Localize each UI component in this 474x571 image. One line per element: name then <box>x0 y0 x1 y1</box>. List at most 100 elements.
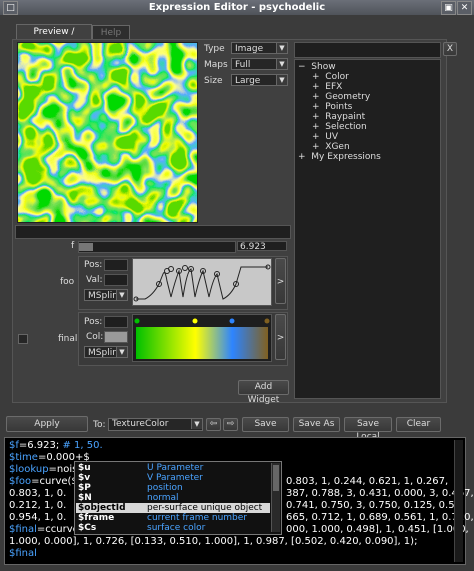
chevron-down-icon: ▼ <box>276 75 287 85</box>
foo-curve-point <box>168 266 174 272</box>
type-value: Image <box>235 44 264 54</box>
foo-pos-label: Pos: <box>84 260 103 270</box>
add-widget-button[interactable]: Add Widget <box>238 380 289 405</box>
tree-item-color[interactable]: + Color <box>312 72 349 82</box>
code-line: 0.954, 1, 0. <box>9 512 67 523</box>
tree-item-raypaint[interactable]: + Raypaint <box>312 112 365 122</box>
tab-preview-library[interactable]: Preview / Library <box>16 24 92 52</box>
close-icon[interactable]: ✕ <box>457 1 472 15</box>
window-menu-icon[interactable]: □ <box>3 1 18 15</box>
final-checkbox[interactable] <box>18 334 28 344</box>
f-slider[interactable] <box>78 241 236 253</box>
autocomplete-item[interactable]: $Cs surface color <box>76 523 270 533</box>
final-expand-button[interactable]: > <box>275 314 286 360</box>
code-line-tail: 0.803, 1, 0.244, 0.621, 1, 0.267, <box>286 476 449 487</box>
chevron-down-icon: ▼ <box>276 59 287 69</box>
size-value: Large <box>235 76 261 86</box>
preview-texture <box>18 43 197 222</box>
autocomplete-scrollbar[interactable] <box>271 463 280 532</box>
foo-val-input[interactable] <box>104 274 128 286</box>
size-label: Size <box>204 76 223 86</box>
autocomplete-item[interactable]: $v V Parameter <box>76 473 270 483</box>
clear-button[interactable]: Clear <box>396 417 441 432</box>
code-line: 0.212, 1, 0. <box>9 500 67 511</box>
size-select[interactable]: Large ▼ <box>231 74 288 86</box>
save-local-button[interactable]: Save Local <box>344 417 392 442</box>
back-arrow-icon[interactable]: ⇦ <box>206 418 221 431</box>
chevron-down-icon: ▼ <box>191 419 202 429</box>
foo-curve-svg <box>133 264 271 302</box>
tree-item-points[interactable]: + Points <box>312 102 352 112</box>
window-title: Expression Editor - psychodelic <box>0 0 474 15</box>
foo-label: foo <box>60 277 75 287</box>
maps-value: Full <box>235 60 251 70</box>
code-line: $final=ccurve( <box>9 524 83 535</box>
f-label: f <box>71 241 75 251</box>
autocomplete-item[interactable]: $u U Parameter <box>76 463 270 473</box>
chevron-down-icon: ▼ <box>116 347 127 357</box>
maps-label: Maps <box>204 60 228 70</box>
final-interp-select[interactable]: MSpline ▼ <box>84 346 128 358</box>
code-line: 1.000, 0.000], 1, 0.726, [0.133, 0.510, … <box>9 536 418 547</box>
final-color-swatch[interactable] <box>104 331 128 343</box>
chevron-down-icon: ▼ <box>276 43 287 53</box>
save-button[interactable]: Save <box>242 417 289 432</box>
final-col-label: Col: <box>86 332 104 342</box>
final-pos-input[interactable] <box>104 316 128 328</box>
save-as-button[interactable]: Save As <box>293 417 340 432</box>
autocomplete-item[interactable]: $P position <box>76 483 270 493</box>
apply-button[interactable]: Apply <box>6 416 88 432</box>
maximize-icon[interactable]: ▣ <box>441 1 456 15</box>
foo-interp-select[interactable]: MSpline ▼ <box>84 289 128 301</box>
foo-curve-graph[interactable] <box>132 258 272 306</box>
maps-select[interactable]: Full ▼ <box>231 58 288 70</box>
clear-search-button[interactable]: X <box>443 42 457 56</box>
tree-item-xgen[interactable]: + XGen <box>312 142 350 152</box>
library-tree: − Show + Color + EFX + Geometry + Points… <box>294 59 441 399</box>
final-color-ramp[interactable] <box>132 314 272 362</box>
code-line: $lookup=noise <box>9 464 84 475</box>
editor-scrollbar[interactable] <box>454 440 463 562</box>
library-search-input[interactable] <box>294 42 441 58</box>
target-select[interactable]: TextureColor ▼ <box>108 418 203 431</box>
forward-arrow-icon[interactable]: ⇨ <box>223 418 238 431</box>
code-line-tail: 387, 0.788, 3, 0.431, 0.000, 3, 0.467, <box>286 488 474 499</box>
tree-item-selection[interactable]: + Selection <box>312 122 367 132</box>
f-value-input[interactable]: 6.923 <box>237 241 287 252</box>
type-label: Type <box>204 44 225 54</box>
foo-curve-point <box>182 265 188 271</box>
foo-pos-input[interactable] <box>104 259 128 271</box>
code-line: $final <box>9 548 37 559</box>
ramp-stop <box>264 318 270 324</box>
target-value: TextureColor <box>112 419 169 429</box>
tree-item-efx[interactable]: + EFX <box>312 82 342 92</box>
foo-expand-button[interactable]: > <box>275 258 286 304</box>
to-label: To: <box>93 420 106 430</box>
autocomplete-item-selected[interactable]: $objectId per-surface unique object Id <box>76 503 270 523</box>
tree-item-geometry[interactable]: + Geometry <box>312 92 370 102</box>
foo-val-label: Val: <box>86 275 103 285</box>
code-line-tail: 0.741, 0.750, 3, 0.750, 0.125, 0.5 <box>286 500 455 511</box>
tree-item-show[interactable]: − Show <box>298 62 336 72</box>
tree-item-uv[interactable]: + UV <box>312 132 338 142</box>
type-select[interactable]: Image ▼ <box>231 42 288 54</box>
code-line-tail: 000, 1.000, 0.498], 1, 0.451, [1.000, <box>286 524 469 535</box>
final-pos-label: Pos: <box>84 317 103 327</box>
final-label: final <box>58 334 78 344</box>
code-line: $f=6.923; # 1, 50. <box>9 440 103 451</box>
ramp-stop <box>134 318 140 324</box>
final-ramp-svg <box>134 318 270 359</box>
autocomplete-item[interactable]: $frame current frame number <box>76 513 270 523</box>
code-line-tail: 665, 0.712, 1, 0.689, 0.561, 1, 0.720, <box>286 512 474 523</box>
code-line: 0.803, 1, 0. <box>9 488 67 499</box>
chevron-down-icon: ▼ <box>116 290 127 300</box>
autocomplete-popup: $u U Parameter $v V Parameter $P position $… <box>74 461 282 535</box>
autocomplete-scroll-thumb[interactable] <box>273 465 279 491</box>
tree-item-my-expressions[interactable]: + My Expressions <box>298 152 381 162</box>
ramp-stop <box>229 318 235 324</box>
f-slider-handle[interactable] <box>79 243 94 251</box>
controls-scroll-header <box>15 225 291 239</box>
preview-image <box>17 42 198 223</box>
ramp-stop <box>192 318 198 324</box>
autocomplete-item[interactable]: $N normal <box>76 493 270 503</box>
